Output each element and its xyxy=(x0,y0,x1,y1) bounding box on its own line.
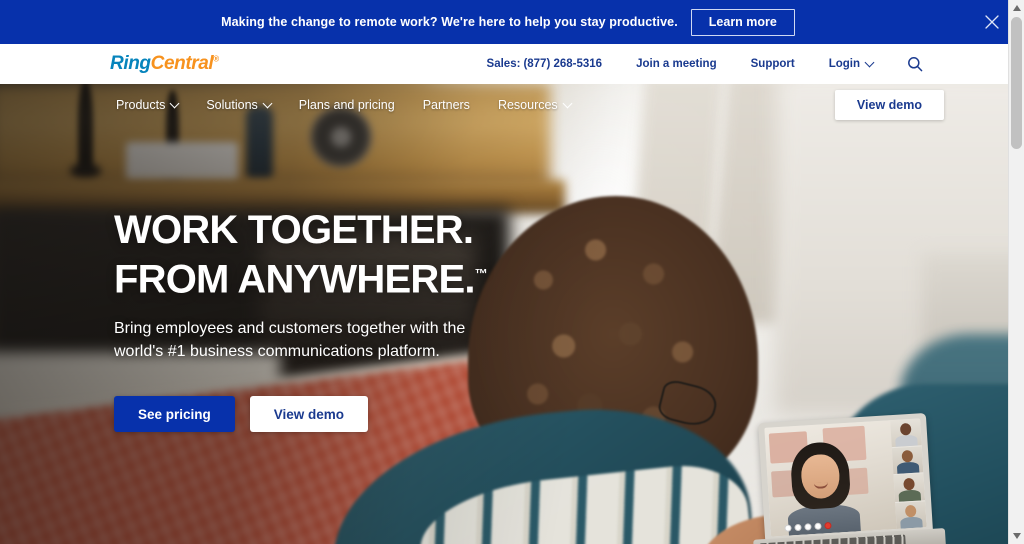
hero-headline-line-1: WORK TOGETHER. xyxy=(114,208,474,252)
chevron-down-icon xyxy=(864,57,875,67)
support-label: Support xyxy=(750,58,795,70)
nav-items: Products Solutions Plans and pricing Par… xyxy=(102,98,585,112)
registered-trademark-icon: ® xyxy=(213,54,220,64)
hero-subheading: Bring employees and customers together w… xyxy=(114,317,494,363)
chevron-down-icon xyxy=(562,98,573,108)
hero-cta-row: See pricing View demo xyxy=(114,396,534,433)
sales-phone-number: (877) 268-5316 xyxy=(523,58,603,70)
logo-text-central: Central xyxy=(150,53,214,74)
trademark-icon: ™ xyxy=(474,266,488,281)
nav-label-products: Products xyxy=(116,98,166,112)
hero-headline-line-2-wrap: FROM ANYWHERE.™ xyxy=(114,252,534,301)
nav-item-partners[interactable]: Partners xyxy=(409,98,484,112)
nav-item-plans-and-pricing[interactable]: Plans and pricing xyxy=(285,98,409,112)
page-root: Making the change to remote work? We're … xyxy=(0,0,1024,544)
utility-links: Sales: (877) 268-5316 Join a meeting Sup… xyxy=(470,51,928,77)
search-icon[interactable] xyxy=(902,51,928,77)
support-link[interactable]: Support xyxy=(734,58,812,70)
promo-banner: Making the change to remote work? We're … xyxy=(0,0,1016,44)
hero-headline: WORK TOGETHER. FROM ANYWHERE.™ xyxy=(114,209,534,301)
nav-item-solutions[interactable]: Solutions xyxy=(192,98,284,112)
hero-subheading-line-1: Bring employees and customers together w… xyxy=(114,320,466,338)
hero-headline-line-2: FROM ANYWHERE. xyxy=(114,257,475,302)
login-label: Login xyxy=(828,58,860,70)
promo-banner-message: Making the change to remote work? We're … xyxy=(221,15,678,29)
view-demo-button[interactable]: View demo xyxy=(249,396,369,433)
chevron-down-icon xyxy=(262,98,273,108)
nav-label-plans-and-pricing: Plans and pricing xyxy=(298,98,395,112)
nav-label-solutions: Solutions xyxy=(206,98,258,112)
vertical-scrollbar[interactable] xyxy=(1008,0,1024,544)
join-a-meeting-label: Join a meeting xyxy=(636,58,717,70)
sales-label: Sales: xyxy=(486,58,521,70)
scroll-up-icon[interactable] xyxy=(1009,0,1024,16)
scroll-down-icon[interactable] xyxy=(1009,528,1024,544)
utility-header: RingCentral® Sales: (877) 268-5316 Join … xyxy=(0,44,1016,84)
main-navigation: Products Solutions Plans and pricing Par… xyxy=(0,84,1016,126)
nav-label-partners: Partners xyxy=(422,98,470,112)
sales-phone-link[interactable]: Sales: (877) 268-5316 xyxy=(470,58,620,70)
nav-item-products[interactable]: Products xyxy=(102,98,192,112)
login-link[interactable]: Login xyxy=(812,57,890,70)
ringcentral-logo[interactable]: RingCentral® xyxy=(110,53,219,75)
hero-section: Products Solutions Plans and pricing Par… xyxy=(0,84,1016,544)
see-pricing-button[interactable]: See pricing xyxy=(114,396,235,433)
scrollbar-thumb[interactable] xyxy=(1011,17,1022,149)
logo-text-ring: Ring xyxy=(110,53,151,74)
learn-more-button[interactable]: Learn more xyxy=(690,8,795,36)
nav-item-resources[interactable]: Resources xyxy=(484,98,585,112)
join-a-meeting-link[interactable]: Join a meeting xyxy=(619,58,734,70)
hero-copy: WORK TOGETHER. FROM ANYWHERE.™ Bring emp… xyxy=(114,209,534,433)
nav-label-resources: Resources xyxy=(497,98,558,112)
nav-view-demo-button[interactable]: View demo xyxy=(834,90,944,120)
close-icon[interactable] xyxy=(982,12,1002,32)
hero-subheading-line-2: world's #1 business communications platf… xyxy=(114,343,440,361)
chevron-down-icon xyxy=(169,98,180,108)
